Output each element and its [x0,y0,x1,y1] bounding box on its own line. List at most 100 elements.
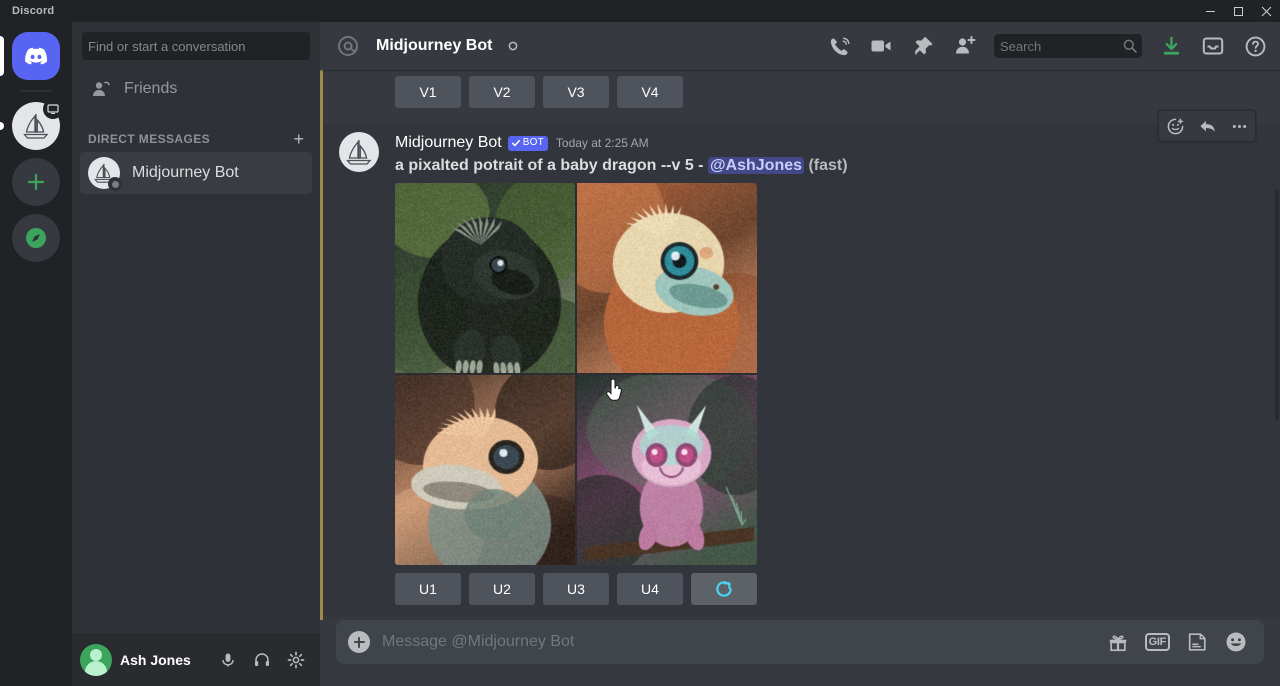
reply-icon[interactable] [1191,111,1223,141]
more-options-icon[interactable] [1223,111,1255,141]
bot-tag-label: BOT [523,132,544,154]
search-input[interactable]: Search [994,34,1142,58]
plus-circle-icon[interactable] [336,620,382,664]
unread-pip [0,122,4,130]
button-v3[interactable]: V3 [543,76,609,108]
rail-divider [20,90,52,92]
grid-image-4[interactable] [577,375,757,565]
sidebar-scroll-area: Friends DIRECT MESSAGES + Midjourney Bot [72,68,320,633]
avatar [88,157,120,189]
maximize-button[interactable] [1224,0,1252,22]
button-v4[interactable]: V4 [617,76,683,108]
window-controls [1196,0,1280,22]
discord-logo-icon [22,42,50,70]
avatar[interactable] [339,132,379,172]
microphone-icon[interactable] [212,644,244,676]
message-composer[interactable]: Message @Midjourney Bot GIF [336,620,1264,664]
video-call-icon[interactable] [864,29,898,63]
scrollbar[interactable] [1275,190,1279,420]
status-badge: BOT [508,136,548,151]
gift-icon[interactable] [1107,631,1129,653]
dm-search-input[interactable]: Find or start a conversation [82,32,310,60]
grid-image-3[interactable] [395,375,575,565]
message-input[interactable]: Message @Midjourney Bot [382,633,1107,651]
headphones-icon[interactable] [246,644,278,676]
friends-icon [88,77,112,101]
sticker-icon[interactable] [1186,631,1208,653]
emoji-icon[interactable] [1224,630,1248,654]
previous-variation-row: V1 V2 V3 V4 [395,76,1232,108]
dm-item-label: Midjourney Bot [132,164,239,182]
message-mode: (fast) [804,157,848,174]
rail-item-add-server[interactable] [12,158,60,206]
button-v1[interactable]: V1 [395,76,461,108]
composer-icons: GIF [1107,630,1248,654]
message-list[interactable]: U1 U2 U3 U4 V1 V2 V3 V4 [320,70,1280,620]
button-u3[interactable]: U3 [543,573,609,605]
create-dm-button[interactable]: + [293,130,304,148]
gear-icon[interactable] [280,644,312,676]
previous-message-buttons: U1 U2 U3 U4 V1 V2 V3 V4 [323,70,1280,116]
message-content: a pixalted potrait of a baby dragon --v … [395,155,1232,177]
server-badge [43,99,63,119]
pinned-messages-icon[interactable] [906,29,940,63]
active-pip [0,36,4,76]
gif-icon[interactable]: GIF [1145,633,1170,651]
offline-status-icon [508,41,518,51]
button-u1[interactable]: U1 [395,573,461,605]
chat-header: Midjourney Bot Search [320,22,1280,70]
close-button[interactable] [1252,0,1280,22]
direct-messages-label: DIRECT MESSAGES [88,132,210,146]
rail-item-explore[interactable] [12,214,60,262]
chat-panel: Midjourney Bot Search V1 V2 V3 V4 Midjou… [320,22,1280,686]
help-icon[interactable] [1238,29,1272,63]
plus-icon [25,171,47,193]
user-names: Ash Jones [120,652,204,668]
inbox-icon[interactable] [1196,29,1230,63]
button-u2[interactable]: U2 [469,573,535,605]
user-panel: Ash Jones [72,633,320,686]
minimize-button[interactable] [1196,0,1224,22]
search-placeholder: Search [1000,39,1122,54]
rail-item-midjourney[interactable] [12,102,60,150]
voice-call-icon[interactable] [822,29,856,63]
dm-item-midjourney-bot[interactable]: Midjourney Bot [80,152,312,194]
dm-sidebar: Find or start a conversation Friends DIR… [72,22,320,686]
message-header: Midjourney Bot BOT Today at 2:25 AM [395,132,1232,154]
button-reroll[interactable] [691,573,757,605]
reroll-icon [714,579,734,599]
composer-area: Message @Midjourney Bot GIF [320,620,1280,686]
search-icon [1122,38,1138,54]
app-title: Discord [12,5,54,17]
title-bar: Discord [0,0,1280,22]
status-badge [108,177,122,191]
check-icon [511,138,521,148]
upscale-button-row: U1 U2 U3 U4 [395,573,1232,605]
message-prompt: a pixalted potrait of a baby dragon --v … [395,157,708,174]
add-friends-icon[interactable] [948,29,982,63]
message-item[interactable]: Midjourney Bot BOT Today at 2:25 AM a pi… [323,124,1280,617]
user-mention[interactable]: @AshJones [708,157,804,174]
add-reaction-icon[interactable] [1159,111,1191,141]
at-sign-icon [336,34,360,58]
server-rail [0,22,72,686]
sidebar-item-friends[interactable]: Friends [80,68,312,110]
user-controls [212,644,312,676]
button-v2[interactable]: V2 [469,76,535,108]
screen-icon [47,103,59,115]
user-name: Ash Jones [120,652,204,668]
button-u4[interactable]: U4 [617,573,683,605]
inbox-download-icon[interactable] [1154,29,1188,63]
grid-image-1[interactable] [395,183,575,373]
message-timestamp: Today at 2:25 AM [556,132,649,154]
sidebar-item-friends-label: Friends [124,80,177,98]
rail-item-home[interactable] [12,32,60,80]
direct-messages-header: DIRECT MESSAGES + [80,112,312,152]
page-title: Midjourney Bot [376,37,492,55]
dm-search-placeholder: Find or start a conversation [88,39,246,54]
avatar[interactable] [80,644,112,676]
image-grid [395,183,757,565]
message-author[interactable]: Midjourney Bot [395,132,502,154]
discord-window: Discord Find or start a conversation Fri… [0,0,1280,686]
grid-image-2[interactable] [577,183,757,373]
